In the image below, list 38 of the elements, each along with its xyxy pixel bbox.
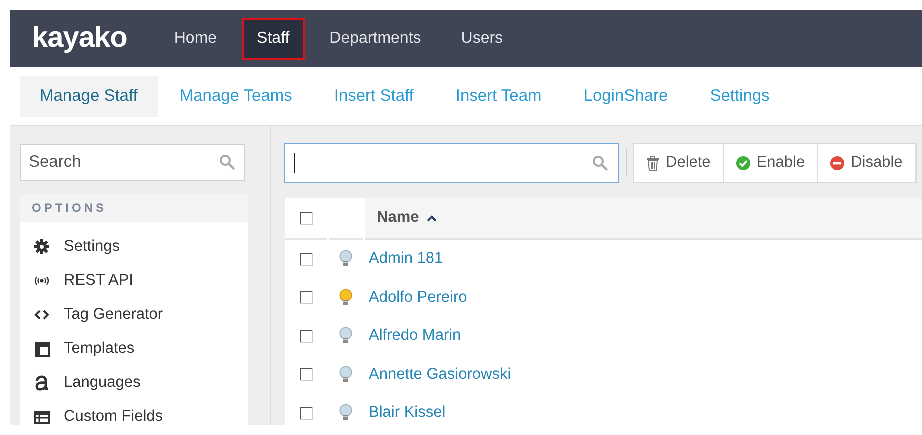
- broadcast-icon: [33, 275, 51, 287]
- staff-name-link[interactable]: Adolfo Pereiro: [365, 288, 468, 307]
- sidebar-link[interactable]: Tag Generator: [64, 306, 164, 324]
- search-field[interactable]: Search: [20, 144, 245, 181]
- checkbox[interactable]: [300, 212, 312, 224]
- sidebar-link[interactable]: Languages: [64, 374, 141, 392]
- checkbox[interactable]: [300, 252, 312, 266]
- nav-tab[interactable]: Departments: [314, 18, 436, 60]
- gear-icon: [34, 239, 50, 255]
- section-heading: OPTIONS: [20, 194, 248, 222]
- trash-icon: [646, 156, 660, 170]
- staff-name-link[interactable]: Annette Gasiorowski: [365, 366, 512, 384]
- checkbox[interactable]: [300, 368, 312, 382]
- sidebar-link[interactable]: Templates: [64, 340, 135, 358]
- checkbox[interactable]: [300, 330, 312, 343]
- check-circle-icon: [736, 156, 751, 170]
- letter-a-icon: [34, 374, 50, 392]
- nav-tab[interactable]: Home: [159, 18, 232, 60]
- logo[interactable]: kayako: [32, 22, 128, 55]
- minus-circle-icon: [830, 156, 846, 170]
- sidebar-link[interactable]: Custom Fields: [64, 408, 164, 426]
- sidebar-link[interactable]: Settings: [64, 238, 120, 256]
- nav-tab[interactable]: Users: [446, 18, 518, 60]
- search-field[interactable]: [284, 143, 619, 183]
- subnav-link[interactable]: Manage Staff: [20, 76, 158, 116]
- checkbox[interactable]: [300, 291, 312, 304]
- column-header[interactable]: Name: [365, 198, 922, 240]
- staff-name-link[interactable]: Alfredo Marin: [365, 327, 462, 346]
- layout-icon: [34, 342, 50, 356]
- code-brackets-icon: [34, 310, 50, 320]
- staff-name-link[interactable]: Admin 181: [365, 250, 444, 268]
- nav-tab[interactable]: Staff: [242, 18, 305, 60]
- search-icon: [219, 154, 235, 170]
- search-icon: [592, 155, 608, 171]
- sidebar-link[interactable]: REST API: [64, 272, 134, 290]
- table-icon: [34, 410, 50, 424]
- staff-name-link[interactable]: Blair Kissel: [365, 404, 446, 422]
- checkbox[interactable]: [300, 406, 312, 420]
